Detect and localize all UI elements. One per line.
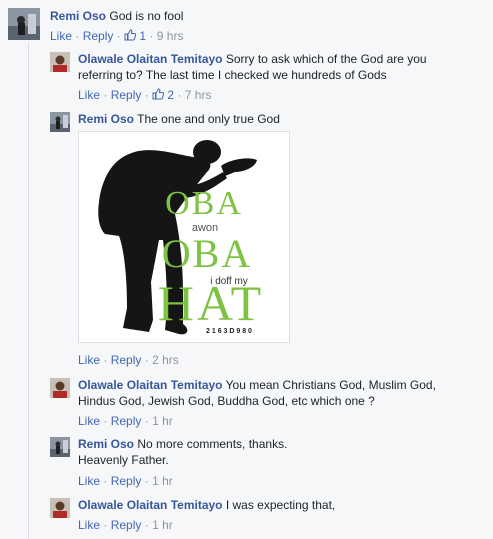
comment-author[interactable]: Remi Oso: [78, 437, 134, 451]
separator-dot: ·: [144, 88, 149, 102]
reply-button[interactable]: Reply: [111, 88, 142, 102]
comment-text-line-1: You mean Christians God, Muslim God,: [225, 378, 436, 392]
likes-count: 2: [167, 88, 175, 102]
timestamp[interactable]: 2 hrs: [152, 353, 179, 367]
comment-author[interactable]: Olawale Olaitan Temitayo: [78, 378, 223, 392]
comment-author[interactable]: Remi Oso: [50, 9, 106, 23]
like-button[interactable]: Like: [78, 518, 100, 532]
comment-author[interactable]: Olawale Olaitan Temitayo: [78, 52, 223, 66]
avatar[interactable]: [50, 52, 70, 72]
comment-text: I was expecting that,: [225, 498, 336, 512]
likes-count: 1: [139, 29, 147, 43]
comment-author[interactable]: Remi Oso: [78, 112, 134, 126]
separator-dot: ·: [103, 518, 108, 532]
reply-button[interactable]: Reply: [83, 29, 114, 43]
comment-author[interactable]: Olawale Olaitan Temitayo: [78, 498, 223, 512]
separator-dot: ·: [75, 29, 80, 43]
like-button[interactable]: Like: [78, 474, 100, 488]
likes-counter[interactable]: 2: [152, 88, 177, 102]
avatar[interactable]: [50, 112, 70, 132]
avatar[interactable]: [8, 8, 40, 40]
like-button[interactable]: Like: [50, 29, 72, 43]
image-text-line-5: HAT: [158, 275, 264, 331]
comment-text: God is no fool: [109, 9, 184, 23]
comment-text-line-2: Hindus God, Jewish God, Buddha God, etc …: [78, 394, 375, 408]
separator-dot: ·: [103, 353, 108, 367]
separator-dot: ·: [144, 474, 149, 488]
separator-dot: ·: [144, 353, 149, 367]
separator-dot: ·: [144, 518, 149, 532]
image-code-text: 2 1 6 3 D 9 8 0: [206, 328, 252, 335]
thumbs-up-icon: [124, 29, 137, 41]
reply-button[interactable]: Reply: [111, 414, 142, 428]
timestamp[interactable]: 1 hr: [152, 474, 173, 488]
separator-dot: ·: [103, 474, 108, 488]
likes-counter[interactable]: 1: [124, 29, 149, 43]
separator-dot: ·: [144, 414, 149, 428]
comment-text-line-2: Heavenly Father.: [78, 453, 169, 467]
comment-text-line-2: referring to? The last time I checked we…: [78, 68, 387, 82]
thumbs-up-icon: [152, 88, 165, 100]
image-text-line-3: OBA: [162, 231, 252, 276]
reply-button[interactable]: Reply: [111, 518, 142, 532]
like-button[interactable]: Like: [78, 414, 100, 428]
comment-text: The one and only true God: [137, 112, 280, 126]
separator-dot: ·: [177, 88, 182, 102]
image-text-line-1: OBA: [165, 185, 243, 222]
like-button[interactable]: Like: [78, 353, 100, 367]
timestamp[interactable]: 1 hr: [152, 414, 173, 428]
timestamp[interactable]: 9 hrs: [157, 29, 184, 43]
thread-line: [28, 42, 29, 539]
separator-dot: ·: [103, 414, 108, 428]
avatar[interactable]: [50, 437, 70, 457]
reply-button[interactable]: Reply: [111, 353, 142, 367]
timestamp[interactable]: 7 hrs: [185, 88, 212, 102]
separator-dot: ·: [103, 88, 108, 102]
avatar[interactable]: [50, 498, 70, 518]
comment-text-line-1: Sorry to ask which of the God are you: [225, 52, 427, 66]
separator-dot: ·: [149, 29, 154, 43]
comment-image-attachment[interactable]: OBA awon OBA i doff my HAT 2 1 6 3 D 9 8…: [78, 131, 290, 343]
like-button[interactable]: Like: [78, 88, 100, 102]
separator-dot: ·: [116, 29, 121, 43]
avatar[interactable]: [50, 378, 70, 398]
reply-button[interactable]: Reply: [111, 474, 142, 488]
comment-text-line-1: No more comments, thanks.: [137, 437, 288, 451]
timestamp[interactable]: 1 hr: [152, 518, 173, 532]
